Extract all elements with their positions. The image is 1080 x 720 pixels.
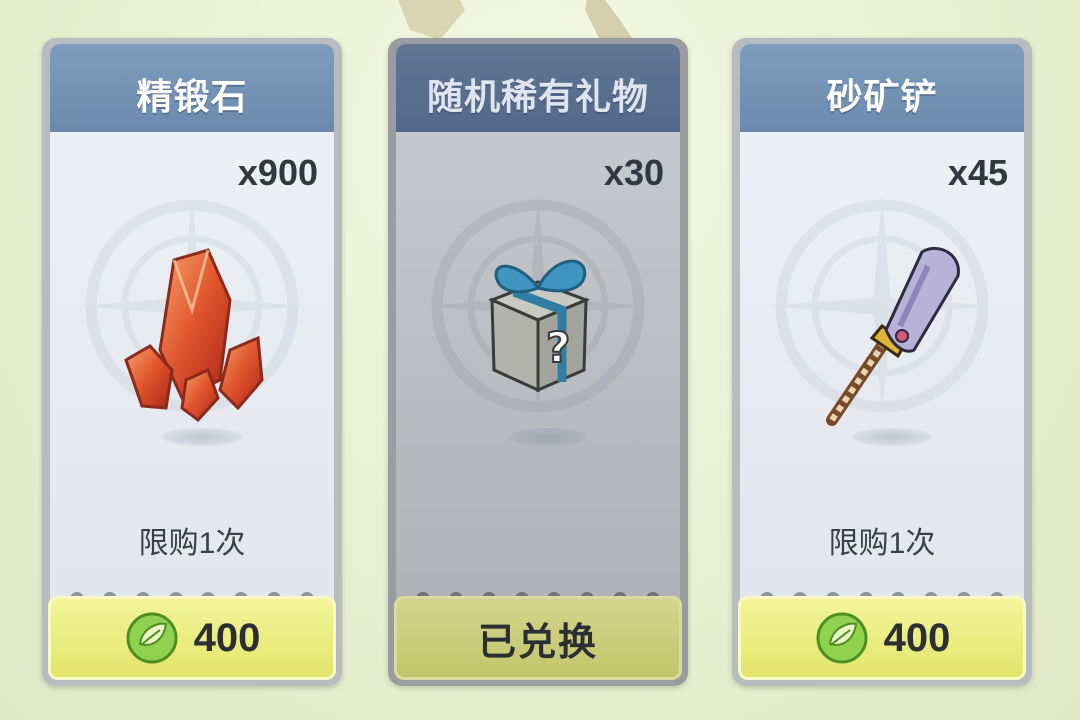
item-quantity: x900: [237, 152, 318, 193]
card-title-bar: 砂矿铲: [740, 44, 1024, 132]
item-title: 精锻石: [136, 76, 248, 117]
price-label: 400: [883, 615, 951, 660]
shop-card-random-rare-gift[interactable]: 随机稀有礼物 x30 ? 已兑换: [388, 38, 688, 686]
leaf-currency-icon: [816, 612, 868, 664]
item-quantity: x45: [947, 152, 1008, 193]
purchase-limit: 限购1次: [138, 527, 246, 560]
card-body: 随机稀有礼物 x30 ?: [396, 44, 680, 630]
item-title: 砂矿铲: [826, 76, 938, 117]
mystery-gift-box-icon: ?: [488, 259, 591, 393]
card-body: 砂矿铲 x45 限购1次: [740, 44, 1024, 630]
leaf-currency-icon: [126, 612, 178, 664]
card-body: 精锻石 x900 限购1次: [50, 44, 334, 630]
card-title-bar: 精锻石: [50, 44, 334, 132]
buy-button[interactable]: 400: [738, 596, 1026, 680]
exchanged-label: 已兑换: [477, 621, 598, 664]
exchanged-button: 已兑换: [394, 596, 682, 680]
svg-text:?: ?: [546, 323, 570, 372]
purchase-limit: 限购1次: [828, 527, 936, 560]
shovel-icon: [826, 246, 960, 426]
shop-card-forging-stone[interactable]: 精锻石 x900 限购1次 400: [42, 38, 342, 686]
item-shadow: [508, 428, 588, 446]
shop-card-shovel[interactable]: 砂矿铲 x45 限购1次 400: [732, 38, 1032, 686]
price-label: 400: [193, 615, 261, 660]
item-shadow: [162, 428, 242, 446]
forging-crystal-icon: [124, 248, 264, 423]
card-title-bar: 随机稀有礼物: [396, 44, 680, 132]
item-quantity: x30: [603, 152, 664, 193]
item-shadow: [852, 428, 932, 446]
item-title: 随机稀有礼物: [426, 76, 649, 117]
buy-button[interactable]: 400: [48, 596, 336, 680]
